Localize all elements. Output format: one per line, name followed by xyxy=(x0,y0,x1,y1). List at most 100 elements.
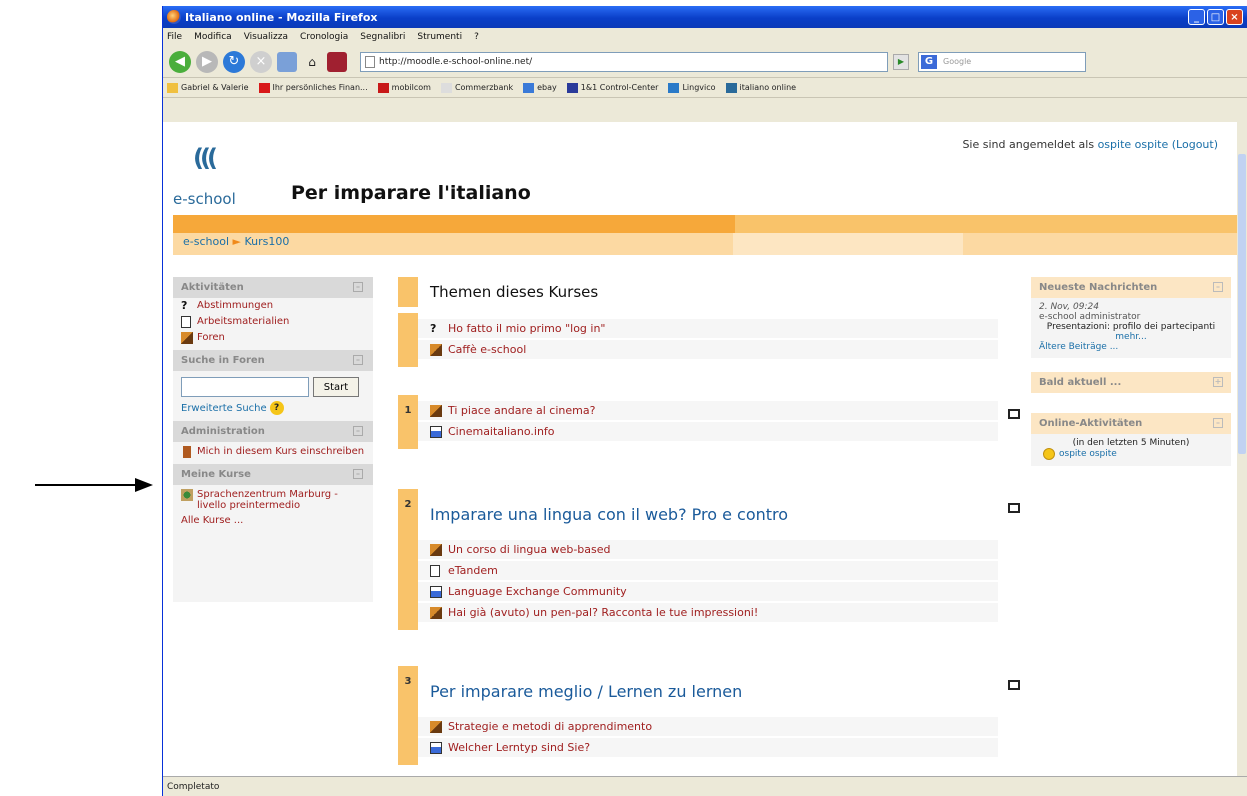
bookmark-item[interactable]: Commerzbank xyxy=(440,82,514,93)
vertical-scrollbar[interactable] xyxy=(1237,122,1247,776)
activity-row[interactable]: Ti piace andare al cinema? xyxy=(418,401,998,420)
expand-icon[interactable]: + xyxy=(1213,377,1223,387)
activity-label: Cinemaitaliano.info xyxy=(448,425,555,438)
activity-row[interactable]: Language Exchange Community xyxy=(418,582,998,601)
bookmark-label: Commerzbank xyxy=(454,83,514,92)
older-posts-link[interactable]: Ältere Beiträge ... xyxy=(1039,342,1118,352)
help-icon[interactable]: ? xyxy=(269,401,284,415)
enrol-link[interactable]: Mich in diesem Kurs einschreiben xyxy=(173,442,373,460)
bookmark-item[interactable]: italiano online xyxy=(725,82,796,93)
menu-segnalibri[interactable]: Segnalibri xyxy=(360,32,405,42)
activity-link[interactable]: Foren xyxy=(173,330,373,346)
login-prefix: Sie sind angemeldet als xyxy=(962,138,1095,151)
section-toggle-icon[interactable] xyxy=(1008,503,1020,513)
question-icon: ? xyxy=(430,321,437,335)
bookmark-item[interactable]: 1&1 Control-Center xyxy=(566,82,658,93)
logout-link[interactable]: (Logout) xyxy=(1172,138,1218,151)
menu-strumenti[interactable]: Strumenti xyxy=(417,32,462,42)
forward-button[interactable]: ▶ xyxy=(196,50,218,73)
site-logo[interactable]: ((( e-school xyxy=(173,144,263,212)
url-bar[interactable]: http://moodle.e-school-online.net/ xyxy=(360,51,888,72)
status-bar: Completato xyxy=(163,776,1247,796)
bookmark-item[interactable]: ebay xyxy=(523,82,557,93)
my-courses-title: Meine Kurse xyxy=(181,469,251,480)
activity-row[interactable]: Un corso di lingua web-based xyxy=(418,540,998,559)
advanced-search-link[interactable]: Erweiterte Suche xyxy=(181,403,267,414)
menu-help[interactable]: ? xyxy=(474,32,479,42)
activity-link[interactable]: ? Abstimmungen xyxy=(173,298,373,314)
menu-cronologia[interactable]: Cronologia xyxy=(300,32,348,42)
news-block: Neueste Nachrichten – 2. Nov, 09:24 e-sc… xyxy=(1031,277,1231,358)
reload-button[interactable]: ↻ xyxy=(223,50,245,73)
section-toggle-icon[interactable] xyxy=(1008,680,1020,690)
document-icon xyxy=(181,316,193,328)
minimize-button[interactable]: _ xyxy=(1188,9,1205,25)
collapse-icon[interactable]: – xyxy=(1213,418,1223,428)
activity-label: Abstimmungen xyxy=(197,300,274,311)
forum-search-input[interactable] xyxy=(181,377,309,397)
go-button[interactable]: ▶ xyxy=(893,53,909,70)
collapse-icon[interactable]: – xyxy=(353,355,363,365)
user-icon xyxy=(1043,448,1055,460)
bookmark-item[interactable]: Ihr persönliches Finan... xyxy=(258,82,368,93)
stop-button[interactable]: × xyxy=(250,50,272,73)
upcoming-block: Bald aktuell ... + xyxy=(1031,372,1231,393)
bookmarks-icon[interactable] xyxy=(277,51,297,72)
web-icon xyxy=(430,425,442,438)
course-section: ? Ho fatto il mio primo "log in" Caffè e-s… xyxy=(398,313,998,367)
activity-row[interactable]: Hai già (avuto) un pen-pal? Racconta le … xyxy=(418,603,998,622)
collapse-icon[interactable]: – xyxy=(353,426,363,436)
enrol-label: Mich in diesem Kurs einschreiben xyxy=(197,446,365,457)
topics-title: Themen dieses Kurses xyxy=(430,283,599,301)
admin-block-header: Administration – xyxy=(173,421,373,442)
online-period: (in den letzten 5 Minuten) xyxy=(1072,438,1190,448)
search-start-button[interactable]: Start xyxy=(313,377,359,397)
forum-icon xyxy=(430,606,442,619)
user-link[interactable]: ospite ospite xyxy=(1098,138,1169,151)
upcoming-title: Bald aktuell ... xyxy=(1039,377,1122,388)
course-topics: Themen dieses Kurses ? Ho fatto il mio pr… xyxy=(398,277,1020,765)
breadcrumb-home[interactable]: e-school xyxy=(183,235,229,248)
activity-row[interactable]: Strategie e metodi di apprendimento xyxy=(418,717,998,736)
section-number xyxy=(398,313,418,367)
collapse-icon[interactable]: – xyxy=(1213,282,1223,292)
online-block-header: Online-Aktivitäten – xyxy=(1031,413,1231,434)
maximize-button[interactable]: □ xyxy=(1207,9,1224,25)
menu-visualizza[interactable]: Visualizza xyxy=(244,32,288,42)
scrollbar-thumb[interactable] xyxy=(1238,154,1246,454)
activity-row[interactable]: Caffè e-school xyxy=(418,340,998,359)
all-courses-link[interactable]: Alle Kurse ... xyxy=(173,513,373,528)
online-user-link[interactable]: ospite ospite xyxy=(1059,449,1117,459)
news-block-header: Neueste Nachrichten – xyxy=(1031,277,1231,298)
bookmark-item[interactable]: mobilcom xyxy=(377,82,431,93)
section-toggle-icon[interactable] xyxy=(1008,409,1020,419)
section-number: 3 xyxy=(398,666,418,765)
activity-row[interactable]: ? Ho fatto il mio primo "log in" xyxy=(418,319,998,338)
back-button[interactable]: ◀ xyxy=(169,50,191,73)
menu-modifica[interactable]: Modifica xyxy=(194,32,232,42)
bookmark-item[interactable]: Gabriel & Valerie xyxy=(167,82,249,93)
activity-row[interactable]: Welcher Lerntyp sind Sie? xyxy=(418,738,998,757)
search-box[interactable]: G Google xyxy=(918,51,1086,72)
close-button[interactable]: × xyxy=(1226,9,1243,25)
bookmark-icon xyxy=(440,82,452,93)
news-more-link[interactable]: mehr... xyxy=(1115,332,1146,342)
activity-link[interactable]: Arbeitsmaterialien xyxy=(173,314,373,330)
breadcrumb: e-school ► Kurs100 xyxy=(183,235,289,248)
online-title: Online-Aktivitäten xyxy=(1039,418,1143,429)
forum-icon xyxy=(430,343,442,356)
search-block-header: Suche in Foren – xyxy=(173,350,373,371)
window-title: Italiano online - Mozilla Firefox xyxy=(185,10,378,24)
logo-waves-icon: ((( xyxy=(193,144,218,172)
addon-icon[interactable] xyxy=(327,51,347,72)
course-link[interactable]: Sprachenzentrum Marburg - livello preint… xyxy=(173,485,373,513)
collapse-icon[interactable]: – xyxy=(353,282,363,292)
login-info: Sie sind angemeldet als ospite ospite (L… xyxy=(962,138,1218,151)
home-icon[interactable]: ⌂ xyxy=(302,52,322,72)
menu-file[interactable]: File xyxy=(167,32,182,42)
bookmark-label: mobilcom xyxy=(391,83,431,92)
activity-row[interactable]: eTandem xyxy=(418,561,998,580)
activity-row[interactable]: Cinemaitaliano.info xyxy=(418,422,998,441)
collapse-icon[interactable]: – xyxy=(353,469,363,479)
bookmark-item[interactable]: Lingvico xyxy=(668,82,716,93)
